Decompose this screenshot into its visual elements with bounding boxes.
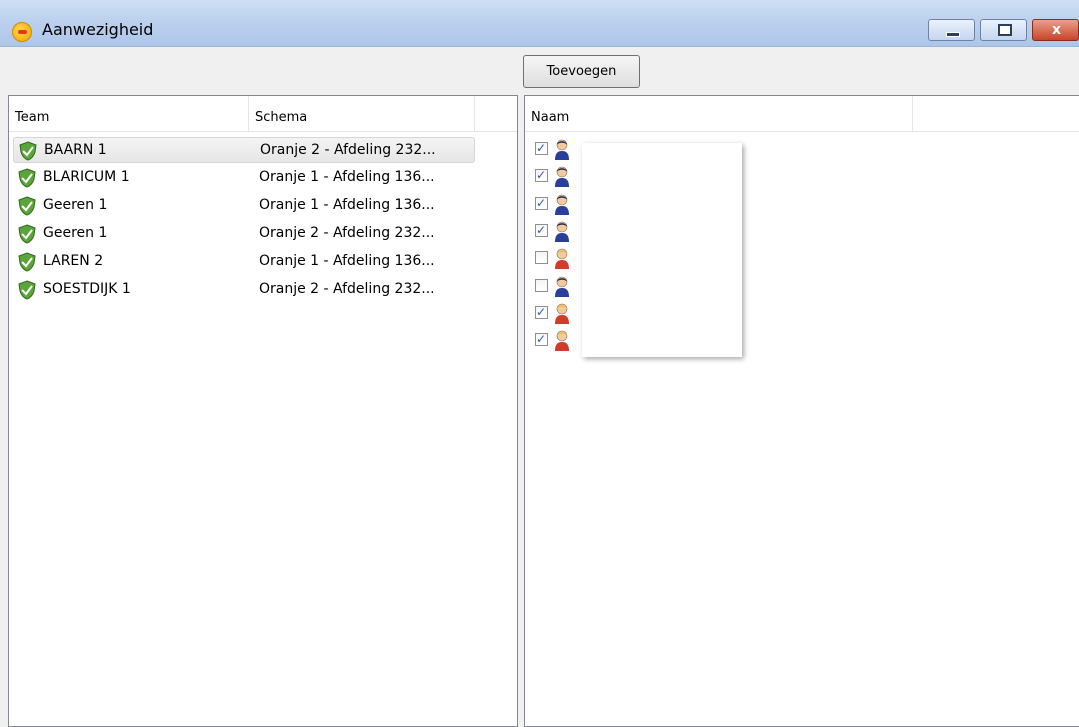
member-checkbox[interactable]: ✓ xyxy=(535,196,548,210)
shield-check-icon xyxy=(18,196,36,216)
app-logo-icon xyxy=(12,22,32,42)
team-row[interactable]: BAARN 1 Oranje 2 - Afdeling 232... xyxy=(13,137,475,163)
shield-check-icon xyxy=(19,141,37,161)
teams-header: Team Schema xyxy=(9,96,517,132)
name-popup xyxy=(582,143,742,357)
team-row[interactable]: Geeren 1 Oranje 2 - Afdeling 232... xyxy=(13,221,475,247)
member-checkbox[interactable] xyxy=(535,278,548,292)
member-checkbox[interactable]: ✓ xyxy=(535,141,548,155)
close-icon: x xyxy=(1051,22,1062,38)
team-name: Geeren 1 xyxy=(43,197,108,213)
team-row[interactable]: SOESTDIJK 1 Oranje 2 - Afdeling 232... xyxy=(13,277,475,303)
toolbar: Toevoegen xyxy=(0,47,1079,95)
column-header-naam[interactable]: Naam xyxy=(525,96,913,132)
female-person-icon xyxy=(555,303,569,324)
close-button[interactable]: x xyxy=(1032,19,1079,41)
column-header-schema[interactable]: Schema xyxy=(249,96,475,132)
member-checkbox[interactable]: ✓ xyxy=(535,332,548,347)
add-button[interactable]: Toevoegen xyxy=(523,55,640,88)
team-schema: Oranje 1 - Afdeling 136... xyxy=(259,197,435,213)
teams-list[interactable]: Team Schema BAARN 1 Oranje 2 - Afdeling 2… xyxy=(8,95,518,727)
title-bar: Aanwezigheid x xyxy=(0,0,1079,47)
male-person-icon xyxy=(555,139,569,160)
team-name: LAREN 2 xyxy=(43,253,104,269)
shield-check-icon xyxy=(18,280,36,300)
female-person-icon xyxy=(555,248,569,270)
shield-check-icon xyxy=(18,224,36,244)
column-header-team[interactable]: Team xyxy=(9,96,249,132)
team-name: Geeren 1 xyxy=(43,225,108,241)
minimize-button[interactable] xyxy=(928,19,975,41)
maximize-button[interactable] xyxy=(980,19,1027,41)
member-checkbox[interactable]: ✓ xyxy=(535,305,548,319)
member-checkbox[interactable] xyxy=(535,251,548,265)
team-name: BLARICUM 1 xyxy=(43,169,130,185)
window-title: Aanwezigheid xyxy=(42,20,154,39)
male-person-icon xyxy=(555,194,569,215)
team-schema: Oranje 1 - Afdeling 136... xyxy=(259,169,435,185)
shield-check-icon xyxy=(18,168,36,188)
male-person-icon xyxy=(555,276,569,297)
team-row[interactable]: BLARICUM 1 Oranje 1 - Afdeling 136... xyxy=(13,165,475,191)
member-checkbox[interactable]: ✓ xyxy=(535,223,548,237)
shield-check-icon xyxy=(18,252,36,272)
team-name: SOESTDIJK 1 xyxy=(43,281,131,297)
team-schema: Oranje 2 - Afdeling 232... xyxy=(259,281,435,297)
male-person-icon xyxy=(555,221,569,242)
team-schema: Oranje 2 - Afdeling 232... xyxy=(259,225,435,241)
team-schema: Oranje 1 - Afdeling 136... xyxy=(259,253,435,269)
team-row[interactable]: LAREN 2 Oranje 1 - Afdeling 136... xyxy=(13,249,475,275)
team-row[interactable]: Geeren 1 Oranje 1 - Afdeling 136... xyxy=(13,193,475,219)
minimize-icon xyxy=(946,32,960,37)
member-checkbox[interactable]: ✓ xyxy=(535,168,548,183)
members-header: Naam xyxy=(525,96,1079,132)
team-schema: Oranje 2 - Afdeling 232... xyxy=(260,142,436,158)
male-person-icon xyxy=(555,166,569,188)
maximize-icon xyxy=(998,24,1012,36)
female-person-icon xyxy=(555,330,569,352)
team-name: BAARN 1 xyxy=(44,142,107,158)
